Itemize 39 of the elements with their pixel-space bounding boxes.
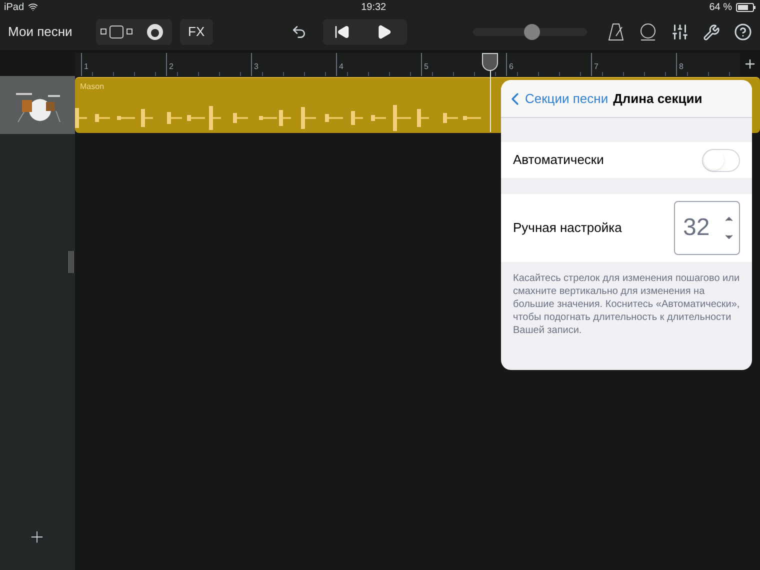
loop-icon[interactable] [639,23,657,41]
mixer-icon[interactable] [671,23,689,41]
playhead[interactable] [482,53,498,71]
region-name: Mason [80,81,106,93]
battery-percent: 64 % [709,0,732,14]
hint-text: Касайтесь стрелок для изменения пошагово или смахните вертикально для изменения на большие значения. Коснитесь «Автоматически», чтобы подогнать длительность к длительности Вашей записи. [512,272,741,337]
fx-button[interactable]: FX [180,19,213,45]
bar-number: 4 [339,62,344,71]
bar-number: 8 [679,62,684,71]
rewind-icon [334,24,350,40]
bar-number: 3 [254,62,258,71]
tracks-view-icon[interactable] [100,25,134,39]
play-icon [376,24,392,40]
settings-icon[interactable] [703,24,720,40]
auto-switch[interactable] [702,148,740,172]
length-value: 32 [683,213,710,243]
device-name: iPad [4,0,24,14]
bar-number: 5 [424,62,428,71]
battery-icon [736,2,756,12]
volume-thumb[interactable] [524,24,540,40]
my-songs-button[interactable]: Мои песни [8,22,96,42]
add-section-icon[interactable] [743,57,757,71]
undo-icon[interactable] [290,24,307,40]
auto-label: Автоматически [513,151,604,170]
bar-number: 7 [594,62,598,71]
bar-number: 6 [509,62,514,71]
timeline-ruler[interactable]: 1 2 3 4 5 6 7 8 [75,53,740,76]
manual-label: Ручная настройка [513,219,622,238]
back-button[interactable]: Секции песни [505,88,608,108]
resize-handle-icon[interactable] [68,251,74,273]
popover-title: Длина секции [613,90,702,108]
help-icon[interactable] [734,23,752,41]
bar-number: 1 [84,62,88,71]
metronome-icon[interactable] [607,23,625,41]
bar-number: 2 [169,62,174,71]
wifi-icon [28,2,38,12]
playhead-line [490,70,491,132]
clock: 19:32 [361,0,386,14]
length-stepper[interactable]: 32 [674,201,740,255]
